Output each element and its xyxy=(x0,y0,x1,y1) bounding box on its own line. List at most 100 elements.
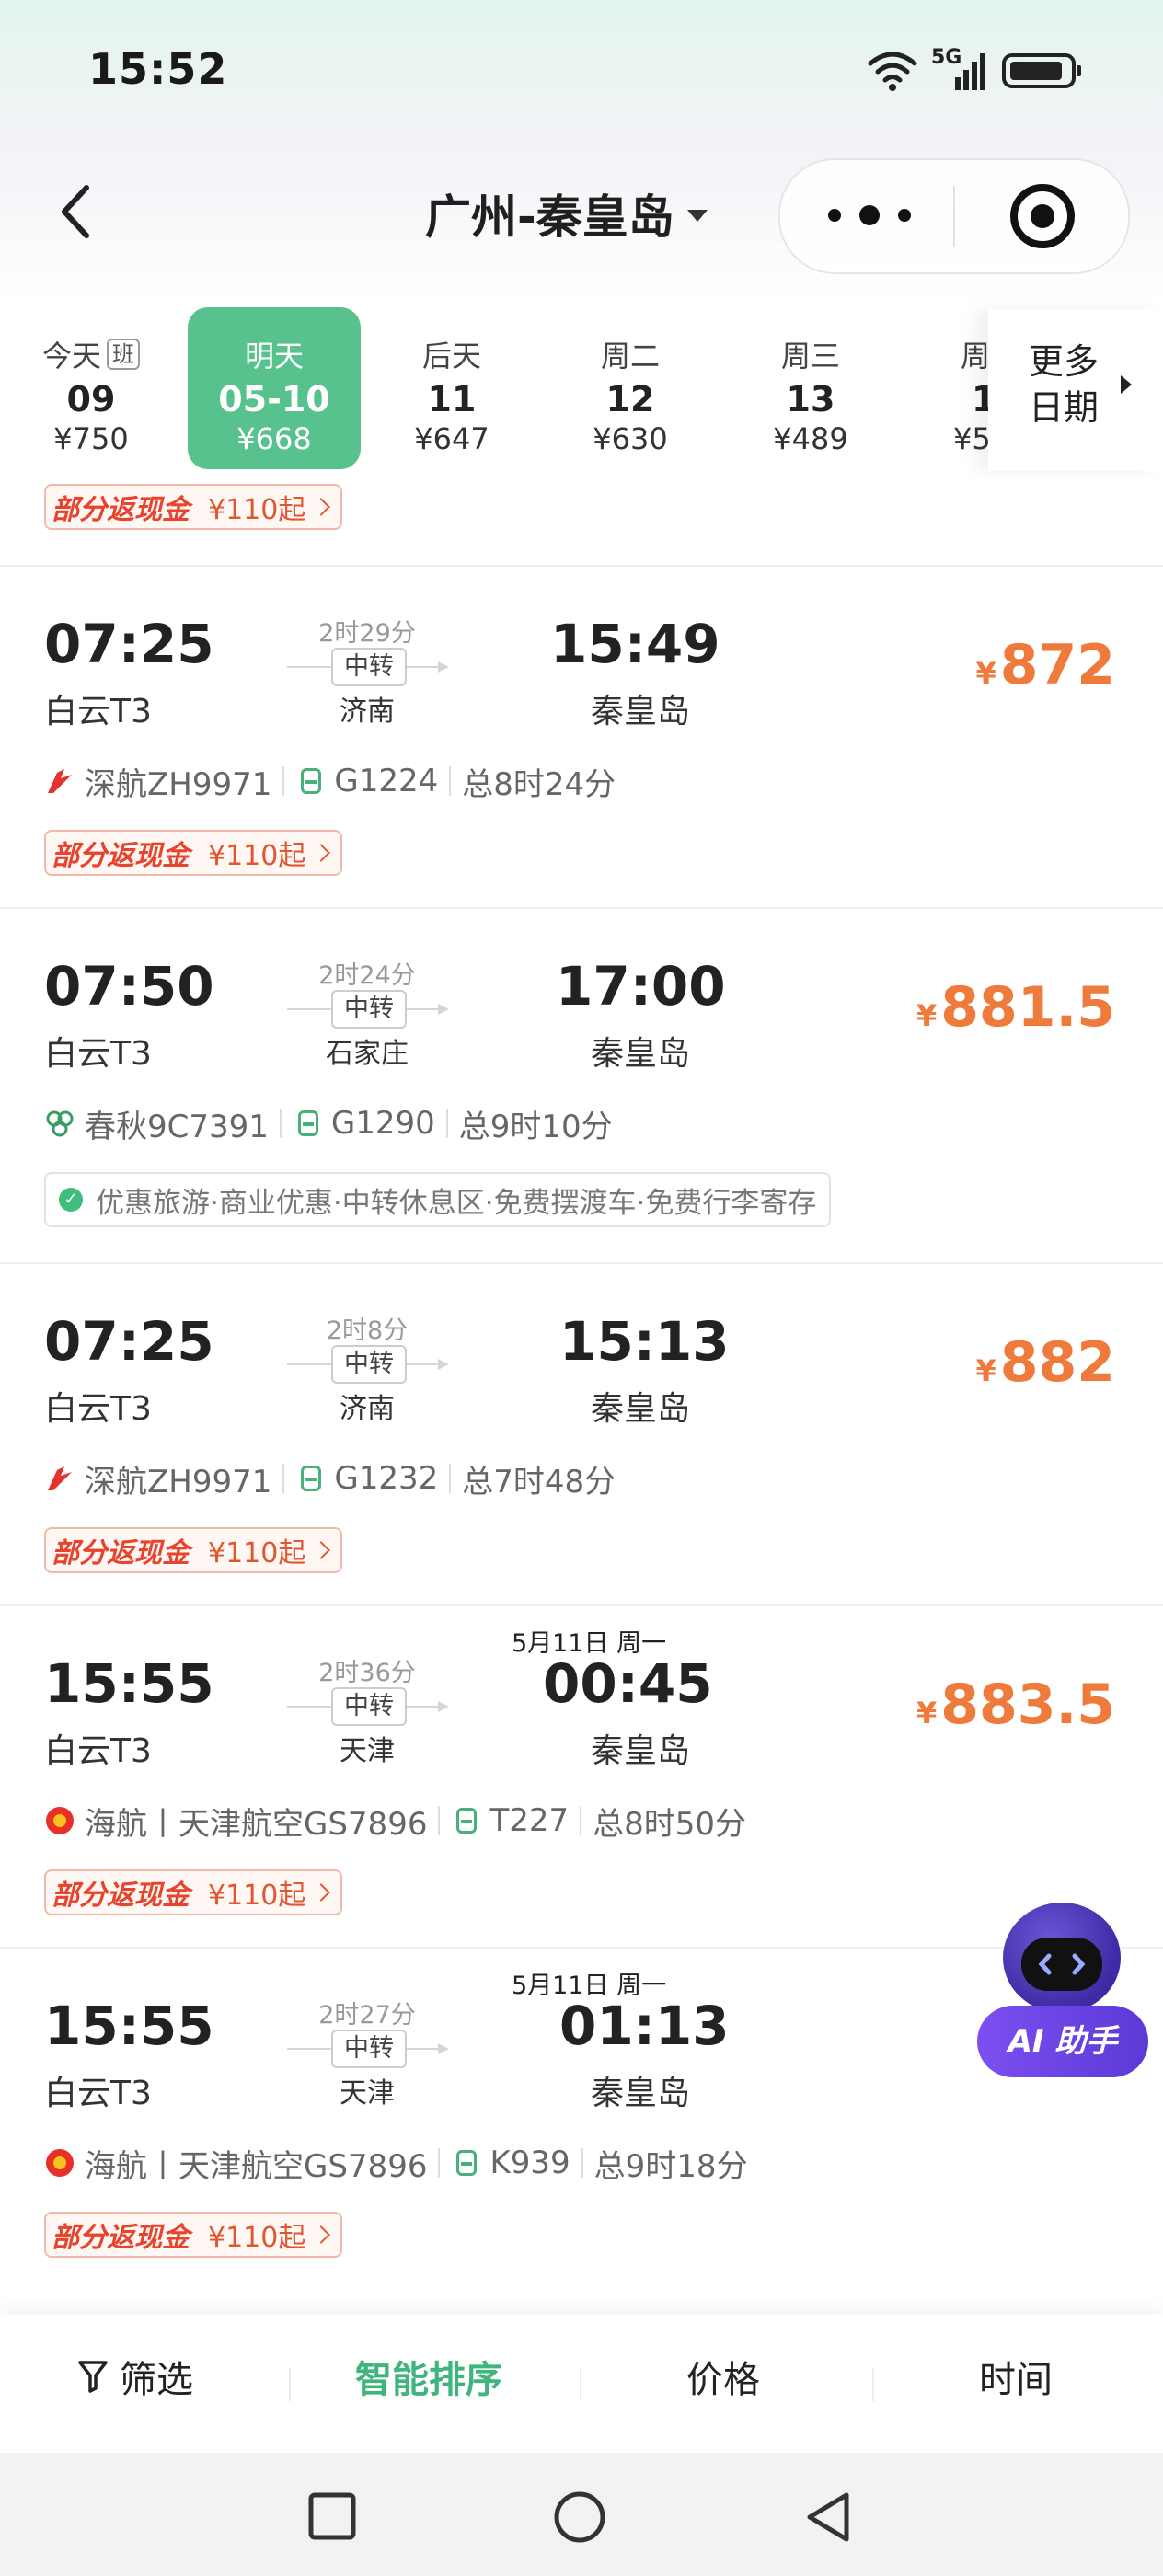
price: ¥881.5 xyxy=(915,975,1115,1040)
battery-icon xyxy=(1002,53,1081,88)
departure-airport: 白云T3 xyxy=(44,1732,152,1770)
leg-duration: 2时29分 xyxy=(318,619,416,648)
target-icon[interactable] xyxy=(1008,182,1077,250)
date-tab-day-after[interactable]: 后天 11 ¥647 xyxy=(364,304,539,469)
train-number: G1224 xyxy=(334,763,439,799)
promo-tag[interactable]: 部分返现金 ¥110起 xyxy=(44,484,343,530)
caret-down-icon xyxy=(686,209,708,222)
more-dates-button[interactable]: 更多 日期 xyxy=(988,309,1163,471)
promo-value: ¥110起 xyxy=(208,494,306,526)
status-bar: 15:52 5G xyxy=(0,0,1163,138)
shenzhen-airlines-logo-icon xyxy=(48,1466,72,1490)
arrival-time: 00:45 xyxy=(543,1652,713,1715)
total-duration: 总9时18分 xyxy=(593,2147,748,2185)
leg-duration: 2时36分 xyxy=(318,1659,416,1687)
arrival-airport: 秦皇岛 xyxy=(591,1732,691,1770)
date-tab-price: ¥489 xyxy=(773,421,848,456)
train-icon xyxy=(301,768,322,794)
total-duration: 总8时50分 xyxy=(593,1805,747,1843)
sort-price-label: 价格 xyxy=(686,2359,760,2401)
flight-card[interactable]: 07:25 白云T3 2时29分 中转 济南 15:49 秦皇岛 ¥872 深航… xyxy=(0,565,1163,909)
train-number: K939 xyxy=(489,2145,570,2181)
flight-card[interactable]: 5月11日 周一 15:55 白云T3 2时36分 中转 天津 00:45 秦皇… xyxy=(0,1604,1163,1949)
departure-time: 07:25 xyxy=(44,1310,214,1373)
date-tab-partial[interactable]: 周 1 ¥5 xyxy=(891,304,1001,469)
date-tab-wednesday[interactable]: 周三 13 ¥489 xyxy=(723,304,898,469)
departure-airport: 白云T3 xyxy=(44,693,152,730)
train-icon xyxy=(456,2150,478,2176)
transit-badge: 中转 xyxy=(331,2030,407,2068)
carrier-info: 海航丨天津航空GS7896 K939 总9时18分 xyxy=(44,2142,748,2185)
price-value: 881.5 xyxy=(940,975,1115,1040)
transit-badge: 中转 xyxy=(331,1687,407,1726)
leg-duration: 2时8分 xyxy=(326,1317,409,1345)
sort-price-button[interactable]: 价格 xyxy=(686,2350,760,2403)
recent-apps-icon[interactable] xyxy=(307,2491,357,2541)
home-icon[interactable] xyxy=(552,2490,607,2545)
divider xyxy=(438,1806,441,1835)
date-tab-tomorrow[interactable]: 明天 05-10 ¥668 xyxy=(188,307,361,469)
sort-smart-button[interactable]: 智能排序 xyxy=(355,2350,502,2403)
back-triangle-icon[interactable] xyxy=(802,2490,854,2545)
transit-city: 济南 xyxy=(340,1393,395,1425)
date-tab-today[interactable]: 今天班 09 ¥750 xyxy=(4,304,178,469)
more-dots-icon[interactable] xyxy=(828,197,911,234)
sort-bar: 筛选 智能排序 价格 时间 xyxy=(0,2315,1163,2453)
carrier-info: 深航ZH9971 G1232 总7时48分 xyxy=(44,1457,616,1501)
date-tab-day: 后天 xyxy=(421,339,481,374)
date-tab-day: 周 xyxy=(961,339,991,374)
airline-flight: 深航ZH9971 xyxy=(85,765,272,803)
departure-time: 07:50 xyxy=(44,955,214,1018)
promo-tag[interactable]: 部分返现金 ¥110起 xyxy=(44,2212,343,2258)
sort-time-button[interactable]: 时间 xyxy=(979,2350,1053,2403)
carrier-info: 海航丨天津航空GS7896 T227 总8时50分 xyxy=(44,1800,747,1843)
arrival-time: 01:13 xyxy=(559,1995,730,2057)
total-duration: 总7时48分 xyxy=(462,1463,616,1501)
shenzhen-airlines-logo-icon xyxy=(48,769,72,793)
flight-card[interactable]: 07:50 白云T3 2时24分 中转 石家庄 17:00 秦皇岛 ¥881.5… xyxy=(0,907,1163,1264)
filter-label: 筛选 xyxy=(120,2359,193,2401)
back-button[interactable] xyxy=(48,175,103,248)
chevron-left-icon xyxy=(62,185,89,238)
promo-tag[interactable]: 部分返现金 ¥110起 xyxy=(44,1527,343,1573)
train-icon xyxy=(456,1808,478,1834)
chevron-right-icon xyxy=(312,2225,331,2244)
date-tab-day: 明天 xyxy=(244,339,304,374)
promo-label: 部分返现金 xyxy=(52,1537,190,1570)
route-title[interactable]: 广州-秦皇岛 xyxy=(425,180,708,247)
ai-assistant-button[interactable]: AI 助手 xyxy=(977,1903,1148,2077)
arrival-airport: 秦皇岛 xyxy=(591,693,691,730)
promo-tag[interactable]: 部分返现金 ¥110起 xyxy=(44,830,343,876)
flight-card[interactable]: 07:25 白云T3 2时8分 中转 济南 15:13 秦皇岛 ¥882 深航Z… xyxy=(0,1262,1163,1606)
transit-city: 天津 xyxy=(340,1735,395,1767)
date-tab-price: ¥630 xyxy=(593,421,668,456)
departure-airport: 白云T3 xyxy=(44,1035,152,1073)
divider xyxy=(872,2368,874,2401)
date-tab-tuesday[interactable]: 周二 12 ¥630 xyxy=(543,304,718,469)
price-value: 883.5 xyxy=(940,1673,1115,1737)
divider xyxy=(581,2148,583,2178)
divider xyxy=(580,2368,582,2401)
arrival-time: 17:00 xyxy=(556,955,726,1018)
date-tab-date: 12 xyxy=(605,379,655,420)
airline-flight: 春秋9C7391 xyxy=(85,1108,269,1145)
date-tab-price: ¥750 xyxy=(53,421,129,456)
departure-time: 07:25 xyxy=(44,613,214,675)
status-time: 15:52 xyxy=(88,44,228,94)
transit-badge: 中转 xyxy=(331,990,407,1029)
date-tab-date: 09 xyxy=(66,379,116,420)
filter-button[interactable]: 筛选 xyxy=(77,2350,193,2403)
promo-tag[interactable]: 部分返现金 ¥110起 xyxy=(44,1869,343,1915)
capsule-divider xyxy=(953,186,955,247)
departure-airport: 白云T3 xyxy=(44,2075,152,2112)
more-dates-line2: 日期 xyxy=(1029,387,1100,428)
date-tab-date: 1 xyxy=(972,379,996,420)
departure-airport: 白云T3 xyxy=(44,1390,152,1428)
divider xyxy=(445,1109,448,1138)
leg-duration: 2时27分 xyxy=(318,2001,416,2030)
more-dates-line1: 更多 xyxy=(1029,341,1100,382)
transfer-services[interactable]: ✓ 优惠旅游·商业优惠·中转休息区·免费摆渡车·免费行李寄存 xyxy=(44,1172,832,1227)
cell-signal-icon: 5G xyxy=(931,46,988,92)
carrier-info: 春秋9C7391 G1290 总9时10分 xyxy=(44,1102,613,1145)
arrival-airport: 秦皇岛 xyxy=(591,2075,691,2112)
